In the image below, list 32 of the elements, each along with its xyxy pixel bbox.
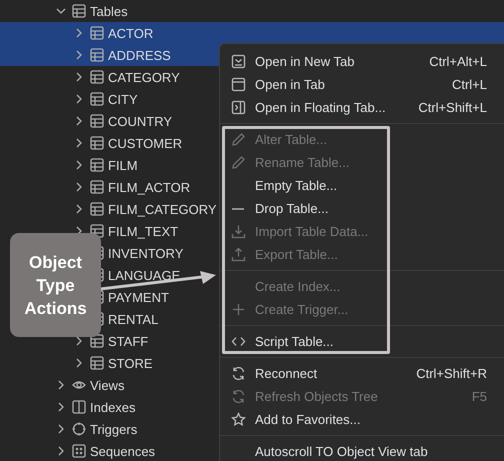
tree-item[interactable]: STORE — [108, 356, 153, 370]
tree-item[interactable]: FILM — [108, 158, 138, 172]
selected-row-highlight[interactable]: ACTOR — [0, 22, 504, 44]
tree-item[interactable]: FILM_CATEGORY — [108, 202, 217, 216]
tree-item[interactable]: Sequences — [90, 444, 156, 458]
tree-item[interactable]: STAFF — [108, 334, 148, 348]
menu-item[interactable]: Add to Favorites... — [220, 408, 504, 431]
tree-item[interactable]: RENTAL — [108, 312, 158, 326]
tree-item[interactable]: Indexes — [90, 400, 136, 414]
tree-item[interactable]: FILM_ACTOR — [108, 180, 190, 194]
tree-item[interactable]: ADDRESS — [108, 48, 171, 62]
tree-item[interactable]: ACTOR — [108, 26, 154, 40]
tree-item[interactable]: PAYMENT — [108, 290, 169, 304]
menu-item[interactable]: Open in New Tab Ctrl+Alt+L — [220, 50, 504, 73]
callout-box: Object Type Actions — [10, 233, 101, 337]
tree-item[interactable]: FILM_TEXT — [108, 224, 178, 238]
tree-item[interactable]: CUSTOMER — [108, 136, 182, 150]
tree-item[interactable]: Tables — [90, 4, 128, 18]
tree-item[interactable]: CATEGORY — [108, 70, 180, 84]
tree-item[interactable]: Triggers — [90, 422, 138, 436]
tree-item[interactable]: INVENTORY — [108, 246, 184, 260]
menu-item[interactable]: Autoscroll TO Object View tab — [220, 440, 504, 461]
tree-item[interactable]: LANGUAGE — [108, 268, 180, 282]
menu-item[interactable]: Drop Table... — [220, 197, 504, 220]
menu-item[interactable]: Open in Floating Tab... Ctrl+Shift+L — [220, 96, 504, 119]
menu-item[interactable]: Reconnect Ctrl+Shift+R — [220, 362, 504, 385]
tree-item[interactable]: Views — [90, 378, 124, 392]
tree-item[interactable]: CITY — [108, 92, 138, 106]
menu-item[interactable]: Empty Table... — [220, 174, 504, 197]
menu-item[interactable]: Open in Tab Ctrl+L — [220, 73, 504, 96]
tree-item[interactable]: COUNTRY — [108, 114, 172, 128]
menu-item[interactable]: Script Table... — [220, 330, 504, 353]
